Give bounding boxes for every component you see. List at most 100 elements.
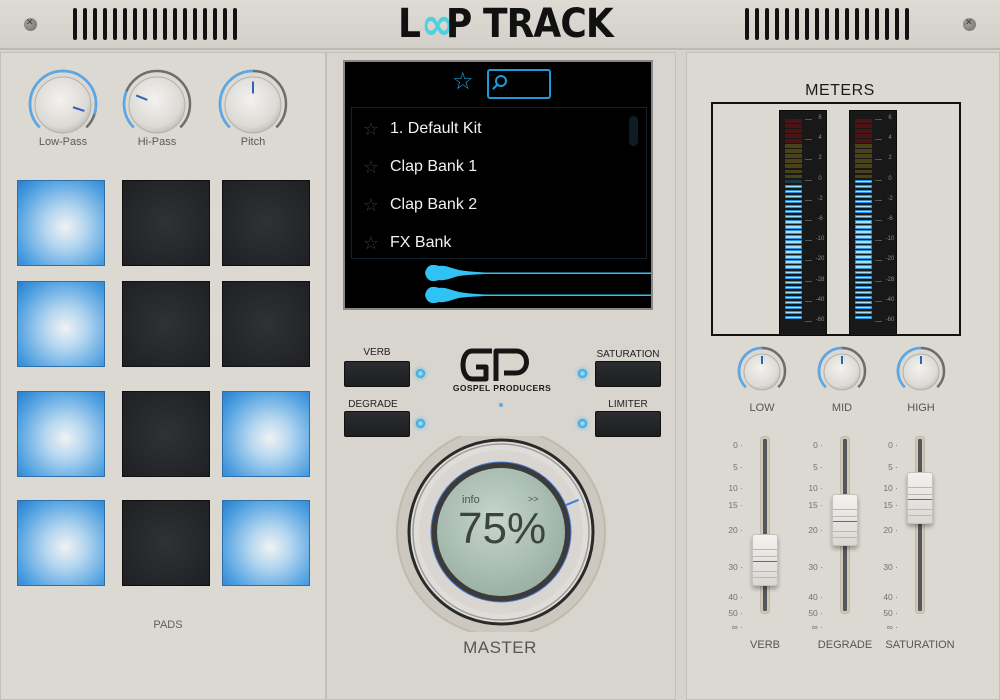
master-value-readout: 75% <box>458 504 547 553</box>
preset-list-item[interactable]: ☆ FX Bank <box>352 224 632 262</box>
saturation-led-indicator <box>578 369 587 378</box>
waveform-left-channel <box>425 264 651 282</box>
vent-slot <box>103 8 107 40</box>
vent-slot <box>875 8 879 40</box>
meter-segment <box>785 240 802 244</box>
pitch-knob[interactable] <box>217 68 289 140</box>
saturation-fader-handle[interactable] <box>907 472 933 525</box>
meter-segment <box>785 144 802 148</box>
hi-pass-knob[interactable] <box>121 68 193 140</box>
meter-segment <box>855 189 872 194</box>
app-logo: L ∞ P TRACK <box>398 0 614 50</box>
degrade-fader-scale-label: 40 <box>801 592 823 602</box>
meter-scale-label: -28 <box>885 276 895 283</box>
meter-tick <box>805 159 812 161</box>
meter-segment <box>785 230 802 234</box>
meter-segment <box>855 265 872 269</box>
verb-label: VERB <box>363 347 391 358</box>
vent-slot <box>163 8 167 40</box>
high-eq-knob[interactable] <box>895 345 947 397</box>
pad-2[interactable] <box>122 180 210 266</box>
meter-tick <box>875 240 882 242</box>
pad-4[interactable] <box>17 281 105 367</box>
meter-segment <box>855 280 872 285</box>
pad-9[interactable] <box>222 391 310 477</box>
meter-tick <box>805 119 812 120</box>
vent-slot <box>805 8 809 40</box>
saturation-toggle-button[interactable] <box>595 361 661 387</box>
degrade-fader-scale-label: 5 <box>801 462 823 472</box>
pads-label: PADS <box>153 619 183 631</box>
favorite-star-icon[interactable]: ☆ <box>352 195 390 216</box>
preset-list-item[interactable]: ☆ 1. Default Kit <box>352 110 632 148</box>
verb-toggle-button[interactable] <box>344 361 410 387</box>
low-pass-knob[interactable] <box>27 68 99 140</box>
degrade-fader-label: DEGRADE <box>817 639 873 651</box>
preset-list-item[interactable]: ☆ Clap Bank 2 <box>352 186 632 224</box>
meter-scale-label: -28 <box>815 276 825 283</box>
meter-segment <box>855 235 872 239</box>
mid-eq-knob[interactable] <box>816 345 868 397</box>
meter-segment <box>785 260 802 264</box>
vent-slot <box>143 8 147 40</box>
vent-slot <box>213 8 217 40</box>
pad-12[interactable] <box>222 500 310 586</box>
degrade-fader-scale-label: 20 <box>801 525 823 535</box>
preset-list-item[interactable]: ☆ Clap Bank 1 <box>352 148 632 186</box>
verb-fader-track[interactable] <box>761 437 769 613</box>
pad-3[interactable] <box>222 180 310 266</box>
degrade-fader-scale-label: ∞ <box>801 622 823 632</box>
meter-segment <box>855 174 872 179</box>
low-eq-knob[interactable] <box>736 345 788 397</box>
pad-7[interactable] <box>17 391 105 477</box>
meter-scale-label: 2 <box>888 155 892 162</box>
vent-slot <box>885 8 889 40</box>
pad-10[interactable] <box>17 500 105 586</box>
vent-slot <box>745 8 749 40</box>
meter-segment <box>855 159 872 163</box>
limiter-label: LIMITER <box>608 399 648 410</box>
meter-segment <box>785 270 802 275</box>
limiter-toggle-button[interactable] <box>595 411 661 437</box>
meter-segment <box>785 154 802 158</box>
meter-scale-label: 4 <box>888 135 892 142</box>
favorites-filter-star-icon[interactable]: ☆ <box>452 70 474 94</box>
loop-track-plugin: L ∞ P TRACK PADS ☆ ☆1. Default Kit☆Clap … <box>0 0 1000 700</box>
favorite-star-icon[interactable]: ☆ <box>352 157 390 178</box>
degrade-fader-scale-label: 30 <box>801 562 823 572</box>
meter-tick <box>875 199 882 201</box>
verb-fader-scale-label: 15 <box>721 500 743 510</box>
pad-5[interactable] <box>122 281 210 367</box>
hi-pass-label: Hi-Pass <box>137 136 177 148</box>
saturation-fader-scale-label: 10 <box>876 483 898 493</box>
degrade-toggle-button[interactable] <box>344 411 410 437</box>
favorite-star-icon[interactable]: ☆ <box>352 119 390 140</box>
master-next-button[interactable]: >> <box>528 494 539 504</box>
verb-fader-scale-label: 40 <box>721 592 743 602</box>
favorite-star-icon[interactable]: ☆ <box>352 233 390 254</box>
pad-11[interactable] <box>122 500 210 586</box>
meter-segment <box>785 204 802 209</box>
level-meter-left: 6 4 2 0 -2 -6 -10 -20 -28 -40 -60 <box>779 110 827 336</box>
meters-frame <box>711 102 961 336</box>
verb-fader-handle[interactable] <box>752 533 778 586</box>
degrade-fader-handle[interactable] <box>832 494 858 546</box>
degrade-fader-scale-label: 50 <box>801 608 823 618</box>
meter-segment <box>785 169 802 174</box>
pad-6[interactable] <box>222 281 310 367</box>
pad-8[interactable] <box>122 391 210 477</box>
vent-slot <box>785 8 789 40</box>
search-input[interactable] <box>487 69 551 99</box>
meter-segment <box>785 285 802 290</box>
meter-segment <box>855 204 872 209</box>
saturation-fader-scale-label: 0 <box>876 440 898 450</box>
vent-slot <box>855 8 859 40</box>
meter-scale-label: -40 <box>885 296 895 303</box>
meter-segment <box>785 194 802 199</box>
meter-segment <box>785 129 802 133</box>
meter-scale-label: 6 <box>818 115 822 121</box>
verb-led-indicator <box>416 369 425 378</box>
pad-1[interactable] <box>17 180 105 266</box>
meter-segment <box>785 184 802 189</box>
saturation-fader-track[interactable] <box>916 437 924 613</box>
